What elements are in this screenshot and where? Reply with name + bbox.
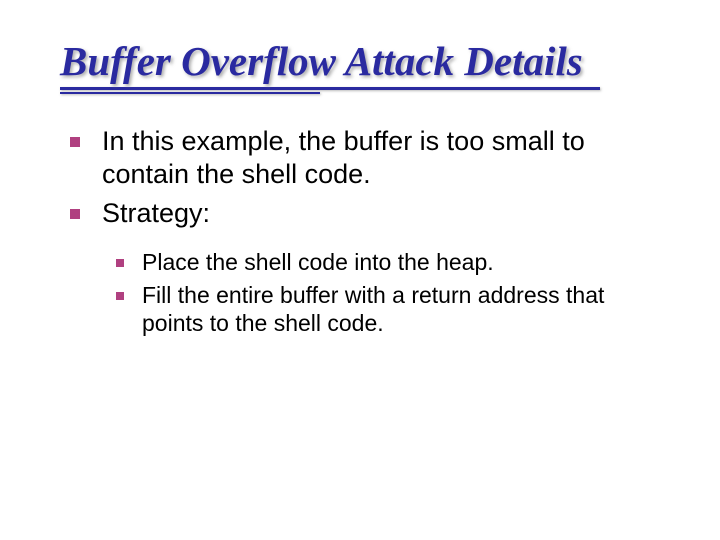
bullet-item: In this example, the buffer is too small… (70, 125, 670, 191)
square-bullet-icon (116, 292, 124, 300)
square-bullet-icon (70, 209, 80, 219)
bullet-text: Strategy: (102, 197, 670, 230)
sub-bullet-text: Place the shell code into the heap. (142, 248, 670, 277)
bullet-list: In this example, the buffer is too small… (70, 125, 670, 230)
bullet-text: In this example, the buffer is too small… (102, 125, 670, 191)
slide: Buffer Overflow Attack Details In this e… (0, 0, 720, 540)
sub-bullet-text: Fill the entire buffer with a return add… (142, 281, 670, 339)
sub-bullet-item: Place the shell code into the heap. (116, 248, 670, 277)
slide-title: Buffer Overflow Attack Details (60, 40, 670, 83)
sub-bullet-item: Fill the entire buffer with a return add… (116, 281, 670, 339)
title-underline (60, 87, 670, 97)
rule-short (60, 92, 320, 94)
rule-long (60, 87, 600, 90)
square-bullet-icon (116, 259, 124, 267)
sub-bullet-list: Place the shell code into the heap. Fill… (116, 248, 670, 338)
square-bullet-icon (70, 137, 80, 147)
bullet-item: Strategy: (70, 197, 670, 230)
